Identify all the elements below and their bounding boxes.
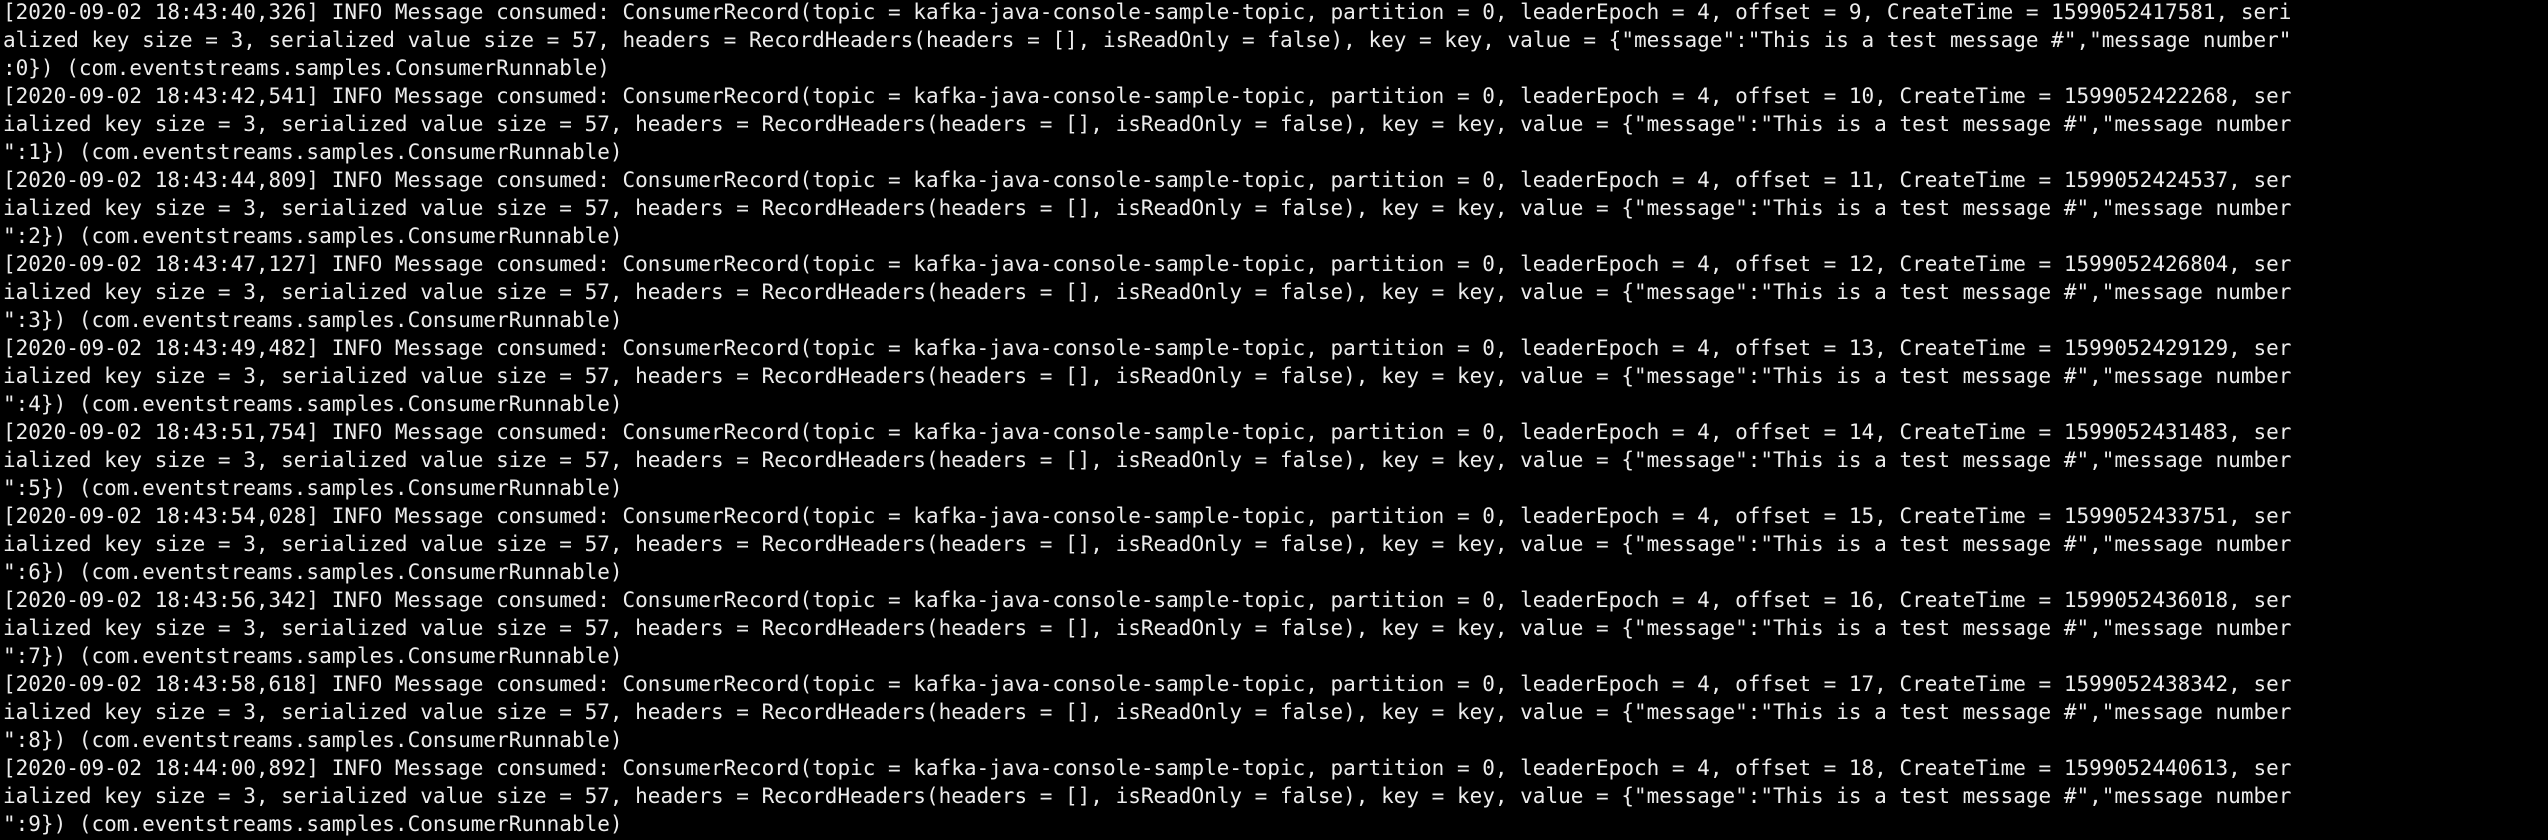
terminal-window[interactable]: [2020-09-02 18:43:40,326] INFO Message c… xyxy=(0,0,2548,840)
terminal-output[interactable]: [2020-09-02 18:43:40,326] INFO Message c… xyxy=(3,0,2543,838)
log-line: [2020-09-02 18:43:49,482] INFO Message c… xyxy=(3,336,2292,360)
log-line: ialized key size = 3, serialized value s… xyxy=(3,532,2292,556)
log-line: ialized key size = 3, serialized value s… xyxy=(3,700,2292,724)
log-line: ialized key size = 3, serialized value s… xyxy=(3,784,2292,808)
log-line: ":1}) (com.eventstreams.samples.Consumer… xyxy=(3,140,623,164)
log-line: ":4}) (com.eventstreams.samples.Consumer… xyxy=(3,392,623,416)
log-line: ialized key size = 3, serialized value s… xyxy=(3,196,2292,220)
log-line: ":8}) (com.eventstreams.samples.Consumer… xyxy=(3,728,623,752)
log-line: [2020-09-02 18:43:44,809] INFO Message c… xyxy=(3,168,2292,192)
log-line: ":9}) (com.eventstreams.samples.Consumer… xyxy=(3,812,623,836)
log-line: [2020-09-02 18:43:47,127] INFO Message c… xyxy=(3,252,2292,276)
log-line: ialized key size = 3, serialized value s… xyxy=(3,364,2292,388)
log-line: [2020-09-02 18:43:40,326] INFO Message c… xyxy=(3,0,2292,24)
log-line: ":6}) (com.eventstreams.samples.Consumer… xyxy=(3,560,623,584)
log-line: [2020-09-02 18:43:42,541] INFO Message c… xyxy=(3,84,2292,108)
log-line: ialized key size = 3, serialized value s… xyxy=(3,448,2292,472)
log-line: :0}) (com.eventstreams.samples.ConsumerR… xyxy=(3,56,610,80)
log-line: alized key size = 3, serialized value si… xyxy=(3,28,2292,52)
log-line: [2020-09-02 18:43:56,342] INFO Message c… xyxy=(3,588,2292,612)
log-line: ialized key size = 3, serialized value s… xyxy=(3,280,2292,304)
log-line: ":3}) (com.eventstreams.samples.Consumer… xyxy=(3,308,623,332)
log-line: ":2}) (com.eventstreams.samples.Consumer… xyxy=(3,224,623,248)
log-line: [2020-09-02 18:43:54,028] INFO Message c… xyxy=(3,504,2292,528)
log-line: [2020-09-02 18:43:58,618] INFO Message c… xyxy=(3,672,2292,696)
log-line: ialized key size = 3, serialized value s… xyxy=(3,616,2292,640)
log-line: ":7}) (com.eventstreams.samples.Consumer… xyxy=(3,644,623,668)
log-line: [2020-09-02 18:43:51,754] INFO Message c… xyxy=(3,420,2292,444)
log-line: ialized key size = 3, serialized value s… xyxy=(3,112,2292,136)
log-line: [2020-09-02 18:44:00,892] INFO Message c… xyxy=(3,756,2292,780)
log-line: ":5}) (com.eventstreams.samples.Consumer… xyxy=(3,476,623,500)
